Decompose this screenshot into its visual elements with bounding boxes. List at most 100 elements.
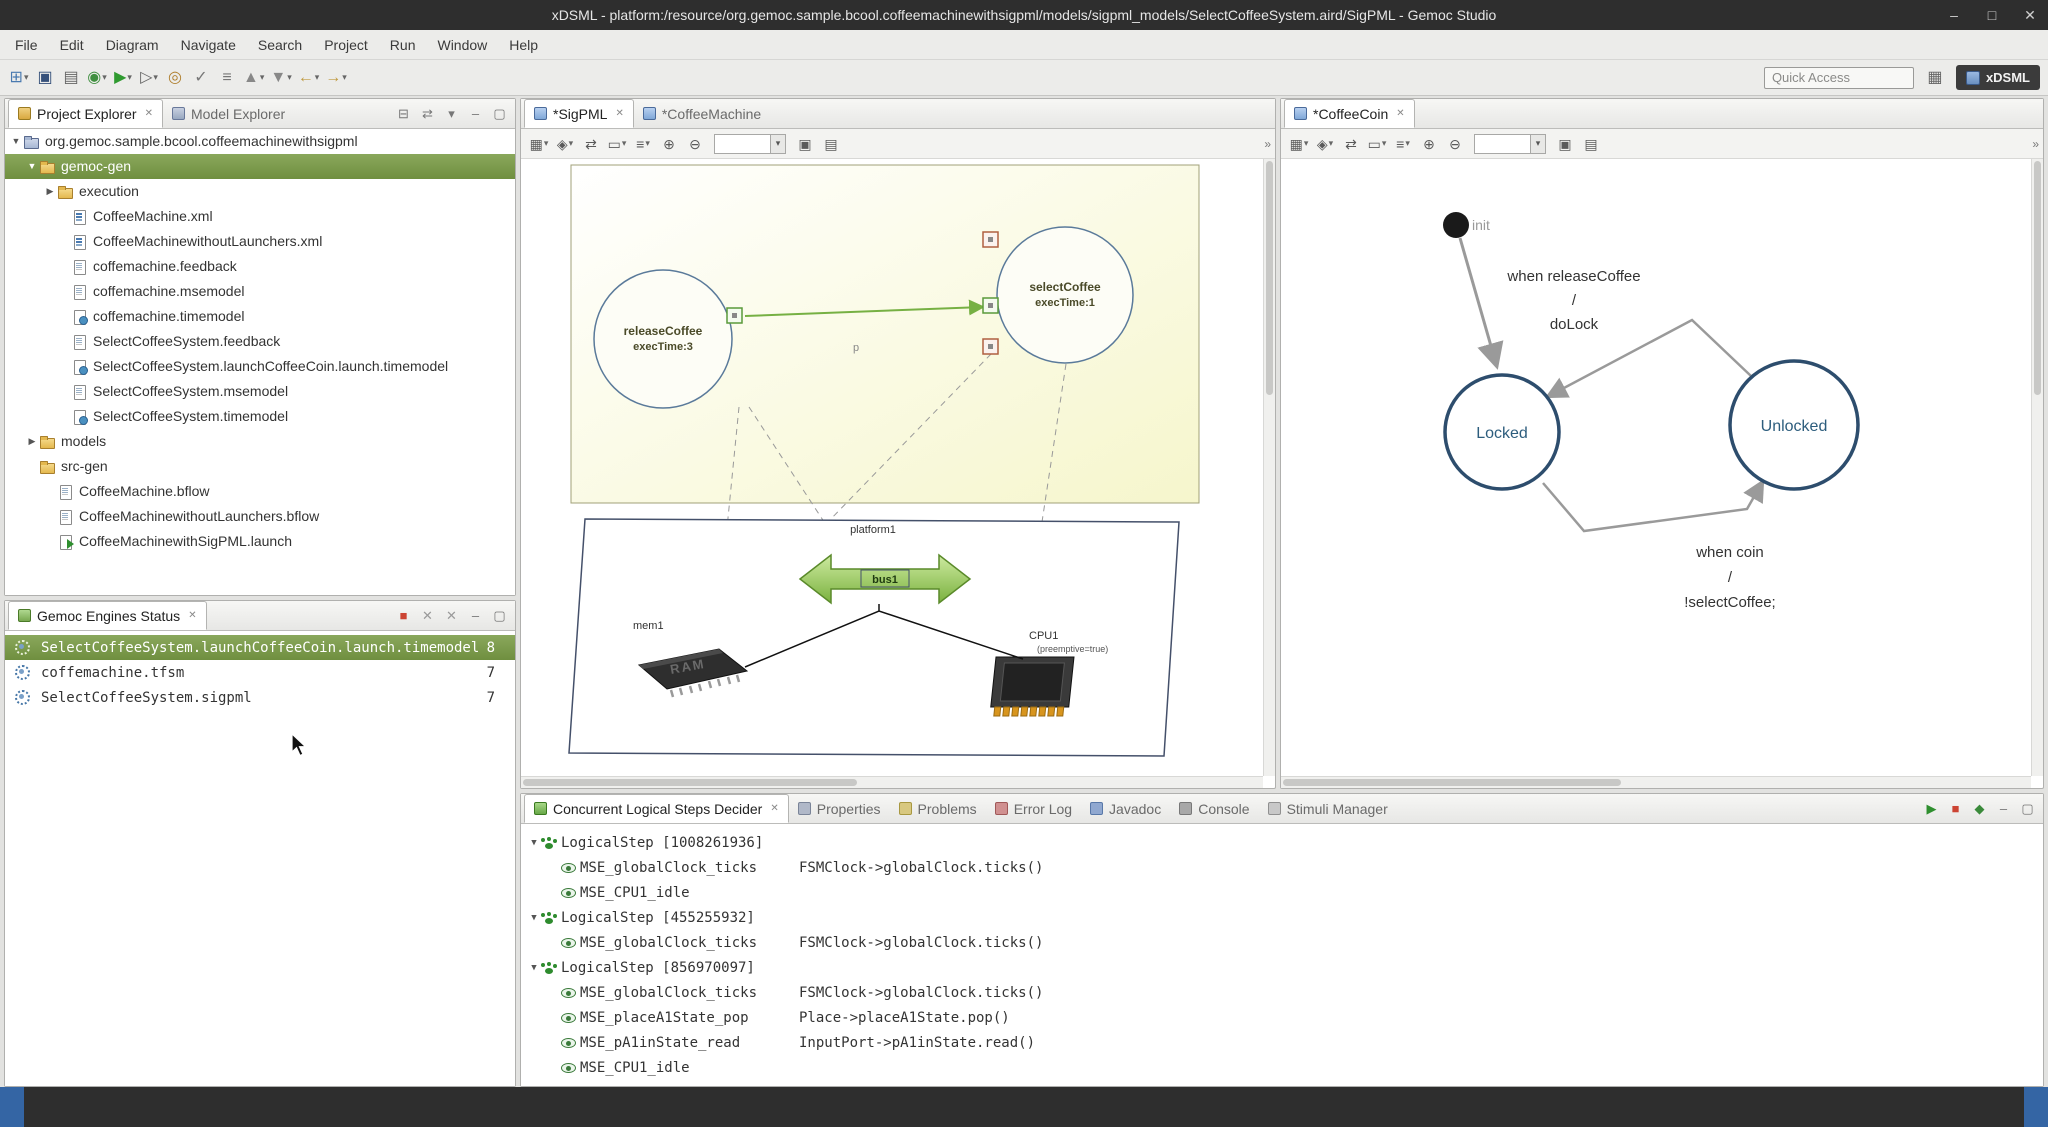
logical-step-row[interactable]: LogicalStep [856970097] <box>521 955 2043 980</box>
agent-releasecoffee[interactable] <box>594 270 732 408</box>
expand-arrow-icon[interactable] <box>9 129 23 154</box>
engines-toolbar-icon[interactable]: ✕ <box>443 607 460 624</box>
toolbar-button[interactable]: ⊞ <box>7 65 31 91</box>
dropdown-arrow-icon[interactable] <box>1304 138 1309 149</box>
diagram-tool-button[interactable]: ▭ <box>605 133 629 155</box>
view-tab[interactable]: Javadoc <box>1081 794 1170 823</box>
toolbar-button[interactable]: ▤ <box>59 65 83 91</box>
diagram-tool-button[interactable]: ▤ <box>819 133 843 155</box>
menu-item[interactable]: Help <box>498 30 549 60</box>
dropdown-arrow-icon[interactable] <box>287 72 292 83</box>
view-tab[interactable]: Project Explorer <box>8 99 163 128</box>
diagram-tool-button[interactable]: ▦ <box>1287 133 1311 155</box>
menu-item[interactable]: Navigate <box>170 30 247 60</box>
tree-item[interactable]: CoffeeMachinewithoutLaunchers.xml <box>5 229 515 254</box>
engine-row[interactable]: SelectCoffeeSystem.sigpml 7 <box>5 685 515 710</box>
window-control-icon[interactable]: □ <box>1984 7 2000 23</box>
tree-item[interactable]: execution <box>5 179 515 204</box>
menu-item[interactable]: Diagram <box>95 30 170 60</box>
window-control-icon[interactable]: – <box>1946 7 1962 23</box>
engines-toolbar-icon[interactable]: ✕ <box>419 607 436 624</box>
bottom-toolbar-icon[interactable]: ▶ <box>1923 800 1940 817</box>
dropdown-arrow-icon[interactable] <box>645 138 650 149</box>
tree-item[interactable]: CoffeeMachinewithoutLaunchers.bflow <box>5 504 515 529</box>
transition-lock-to-unlock[interactable] <box>1543 481 1763 531</box>
view-tab[interactable]: Properties <box>789 794 890 823</box>
diagram-tool-button[interactable]: ⊖ <box>1443 133 1467 155</box>
window-control-icon[interactable]: ✕ <box>2022 7 2038 24</box>
editor-tab[interactable]: *CoffeeMachine <box>634 99 770 128</box>
scrollbar-thumb[interactable] <box>523 779 857 786</box>
view-tab[interactable]: Problems <box>890 794 986 823</box>
diagram-tool-button[interactable]: ▤ <box>1579 133 1603 155</box>
toolbar-button[interactable]: ◎ <box>163 65 187 91</box>
coffeecoin-canvas[interactable]: init when releaseCoffee / doLock Locked … <box>1281 159 2031 776</box>
agent-selectcoffee[interactable] <box>997 227 1133 363</box>
expand-arrow-icon[interactable] <box>527 838 541 848</box>
horizontal-scrollbar[interactable] <box>1281 776 2031 788</box>
diagram-tool-button[interactable]: ▭ <box>1365 133 1389 155</box>
toolbar-button[interactable]: → <box>323 65 349 91</box>
tree-item[interactable]: CoffeeMachinewithSigPML.launch <box>5 529 515 554</box>
diagram-tool-button[interactable]: ◈ <box>553 133 577 155</box>
expand-arrow-icon[interactable] <box>43 179 57 204</box>
tree-item[interactable]: SelectCoffeeSystem.timemodel <box>5 404 515 429</box>
sigpml-canvas[interactable]: p releaseCoffee execTime:3 selectCoffee … <box>521 159 1263 776</box>
diagram-tool-button[interactable]: ▣ <box>1553 133 1577 155</box>
toolbar-overflow-icon[interactable]: » <box>2032 137 2043 151</box>
diagram-tool-button[interactable]: ⊕ <box>657 133 681 155</box>
tree-item[interactable]: gemoc-gen <box>5 154 515 179</box>
scrollbar-thumb[interactable] <box>2034 161 2041 395</box>
dropdown-arrow-icon[interactable] <box>1329 138 1334 149</box>
quick-access-box[interactable]: Quick Access <box>1764 67 1914 89</box>
tree-item[interactable]: CoffeeMachine.bflow <box>5 479 515 504</box>
view-tab[interactable]: Error Log <box>986 794 1081 823</box>
view-toolbar-icon[interactable]: ▾ <box>443 105 460 122</box>
view-tab[interactable]: Stimuli Manager <box>1259 794 1397 823</box>
dropdown-arrow-icon[interactable] <box>622 138 627 149</box>
toolbar-button[interactable]: ▲ <box>241 65 266 91</box>
dropdown-arrow-icon[interactable] <box>1382 138 1387 149</box>
zoom-combo[interactable]: ▾ <box>1474 134 1546 154</box>
view-tab[interactable]: Gemoc Engines Status <box>8 601 207 630</box>
bottom-toolbar-icon[interactable]: ▢ <box>2019 800 2036 817</box>
toolbar-button[interactable]: ▣ <box>33 65 57 91</box>
logical-step-row[interactable]: MSE_globalClock_ticks FSMClock->globalCl… <box>521 980 2043 1005</box>
chevron-down-icon[interactable]: ▾ <box>1530 135 1545 153</box>
bottom-toolbar-icon[interactable]: – <box>1995 800 2012 817</box>
diagram-tool-button[interactable]: ▣ <box>793 133 817 155</box>
toolbar-button[interactable]: ≡ <box>215 65 239 91</box>
expand-arrow-icon[interactable] <box>527 963 541 973</box>
expand-arrow-icon[interactable] <box>25 429 39 454</box>
editor-tab[interactable]: *SigPML <box>524 99 634 128</box>
expand-arrow-icon[interactable] <box>527 913 541 923</box>
tree-item[interactable]: org.gemoc.sample.bcool.coffeemachinewith… <box>5 129 515 154</box>
logical-step-row[interactable]: MSE_globalClock_ticks FSMClock->globalCl… <box>521 855 2043 880</box>
tree-item[interactable]: coffemachine.feedback <box>5 254 515 279</box>
initial-transition[interactable] <box>1460 238 1497 367</box>
logical-step-row[interactable]: MSE_CPU1_idle <box>521 1055 2043 1080</box>
tree-item[interactable]: coffemachine.timemodel <box>5 304 515 329</box>
toolbar-button[interactable]: ▶ <box>111 65 135 91</box>
logical-step-row[interactable]: MSE_CPU1_idle <box>521 880 2043 905</box>
dropdown-arrow-icon[interactable] <box>544 138 549 149</box>
engines-toolbar-icon[interactable]: ▢ <box>491 607 508 624</box>
dropdown-arrow-icon[interactable] <box>260 72 265 83</box>
dropdown-arrow-icon[interactable] <box>342 72 347 83</box>
close-icon[interactable] <box>145 108 153 119</box>
diagram-tool-button[interactable]: ▦ <box>527 133 551 155</box>
perspective-button-xdsml[interactable]: xDSML <box>1956 65 2040 90</box>
view-toolbar-icon[interactable]: – <box>467 105 484 122</box>
toolbar-overflow-icon[interactable]: » <box>1264 137 1275 151</box>
engine-row[interactable]: coffemachine.tfsm 7 <box>5 660 515 685</box>
toolbar-button[interactable]: ▼ <box>268 65 293 91</box>
view-tab[interactable]: Console <box>1170 794 1258 823</box>
bottom-toolbar-icon[interactable]: ■ <box>1947 800 1964 817</box>
tree-item[interactable]: SelectCoffeeSystem.launchCoffeeCoin.laun… <box>5 354 515 379</box>
toolbar-button[interactable]: ◉ <box>85 65 109 91</box>
menu-item[interactable]: Project <box>313 30 379 60</box>
menu-item[interactable]: Edit <box>49 30 95 60</box>
menu-item[interactable]: Search <box>247 30 313 60</box>
toolbar-button[interactable]: ▷ <box>137 65 161 91</box>
view-toolbar-icon[interactable]: ⊟ <box>395 105 412 122</box>
